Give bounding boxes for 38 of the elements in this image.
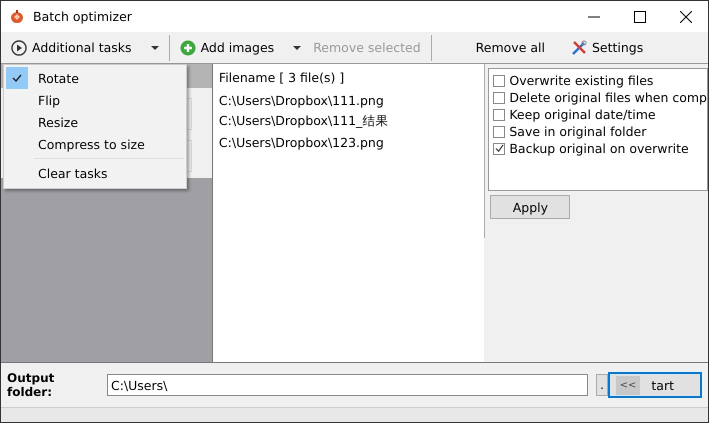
option-label: Backup original on overwrite xyxy=(509,141,689,156)
file-row[interactable]: C:\Users\Dropbox\123.png xyxy=(218,135,478,150)
file-row[interactable]: C:\Users\Dropbox\111.png xyxy=(218,93,478,108)
output-folder-label: Output folder: xyxy=(7,371,56,399)
app-logo-icon xyxy=(9,8,25,24)
maximize-icon[interactable] xyxy=(634,10,646,22)
file-row[interactable]: C:\Users\Dropbox\111_结果 xyxy=(218,113,478,130)
menu-item[interactable]: Flip xyxy=(4,89,186,111)
add-icon xyxy=(180,40,196,56)
collapse-button[interactable]: << xyxy=(616,376,640,395)
browse-button[interactable]: . xyxy=(596,374,608,396)
column-header[interactable]: Filename [ 3 file(s) ] xyxy=(218,70,478,85)
check-icon xyxy=(12,74,22,82)
checkbox[interactable] xyxy=(493,126,506,138)
menu-item[interactable]: Rotate xyxy=(4,67,186,89)
checkbox[interactable] xyxy=(493,74,506,86)
option-label: Save in original folder xyxy=(509,124,646,139)
dropdown-button[interactable]: Additional tasks xyxy=(5,34,165,62)
toolbar-button[interactable]: Settings xyxy=(564,34,650,62)
apply-button[interactable]: Apply xyxy=(490,195,570,219)
menu-item[interactable]: Resize xyxy=(4,111,186,133)
output-folder-field[interactable]: C:\Users\ xyxy=(106,374,588,396)
checkbox[interactable] xyxy=(493,108,506,120)
caret-icon xyxy=(293,46,302,50)
dropdown-button[interactable]: Add images xyxy=(174,34,308,62)
tools-icon xyxy=(570,40,587,56)
window-title: Batch optimizer xyxy=(33,9,132,24)
option-label: Keep original date/time xyxy=(509,107,656,122)
checkbox[interactable] xyxy=(493,92,506,104)
checkbox[interactable] xyxy=(493,142,506,154)
option-label: Overwrite existing files xyxy=(509,73,654,88)
toolbar-button[interactable]: Remove all xyxy=(470,34,551,62)
menu-item[interactable]: Compress to size xyxy=(4,133,186,155)
caret-icon xyxy=(150,46,159,50)
option-label: Delete original files when comp xyxy=(509,90,707,105)
menu-item[interactable]: Clear tasks xyxy=(4,162,186,184)
close-icon[interactable] xyxy=(680,10,692,22)
play-icon xyxy=(11,40,27,56)
